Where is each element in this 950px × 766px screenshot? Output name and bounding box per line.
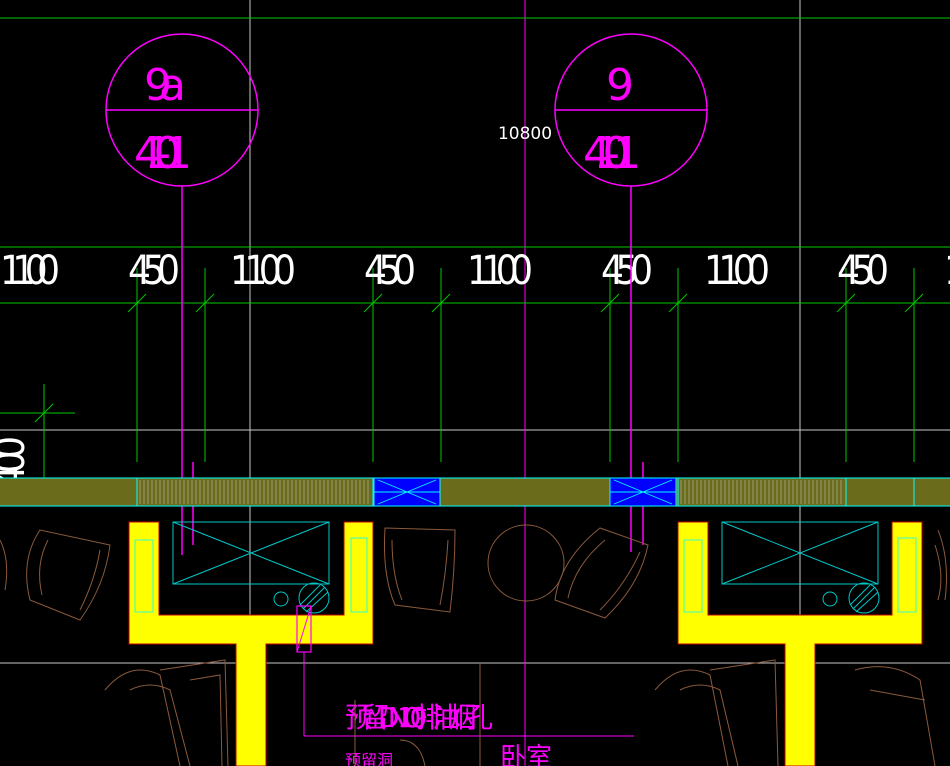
section-callout-9[interactable]: 9 41-01: [554, 33, 708, 552]
dimension-labels: 1100 450 1100 450 1100 450 1100 450 1: [0, 248, 950, 294]
wall-hatch: [680, 480, 842, 504]
overall-dimension-label: 10800: [498, 124, 552, 144]
dimension-label: 1100: [467, 248, 533, 294]
callout-sheet-number: 41-01: [583, 128, 641, 179]
partial-annotation-label: 预留洞: [345, 751, 393, 766]
exterior-wall-band[interactable]: [0, 477, 950, 507]
pipe-opening-label: 预留DN100排油烟孔: [345, 701, 493, 734]
room-label: 卧室: [500, 743, 552, 766]
callout-detail-number: 9: [606, 60, 634, 111]
dimension-label: 450: [128, 248, 180, 294]
dimension-label: 450: [364, 248, 416, 294]
dimension-label: 1100: [0, 248, 60, 294]
dimension-label: 450: [837, 248, 889, 294]
equipment-box-left[interactable]: [172, 521, 330, 614]
dimension-label: 1: [944, 248, 950, 294]
dimension-label: 450: [601, 248, 653, 294]
cad-drawing-canvas[interactable]: 10800 1100 450 1100 450 1100 450 1100 45…: [0, 0, 950, 766]
column-structure-left[interactable]: [128, 521, 374, 766]
callout-detail-number: 9a: [144, 60, 186, 111]
window-left[interactable]: [373, 477, 441, 507]
section-callout-9a[interactable]: 9a 41-01: [105, 33, 259, 555]
dimension-label: 1100: [704, 248, 770, 294]
callout-sheet-number: 41-01: [134, 128, 192, 179]
dimension-label: 1100: [230, 248, 296, 294]
window-right[interactable]: [609, 477, 677, 507]
